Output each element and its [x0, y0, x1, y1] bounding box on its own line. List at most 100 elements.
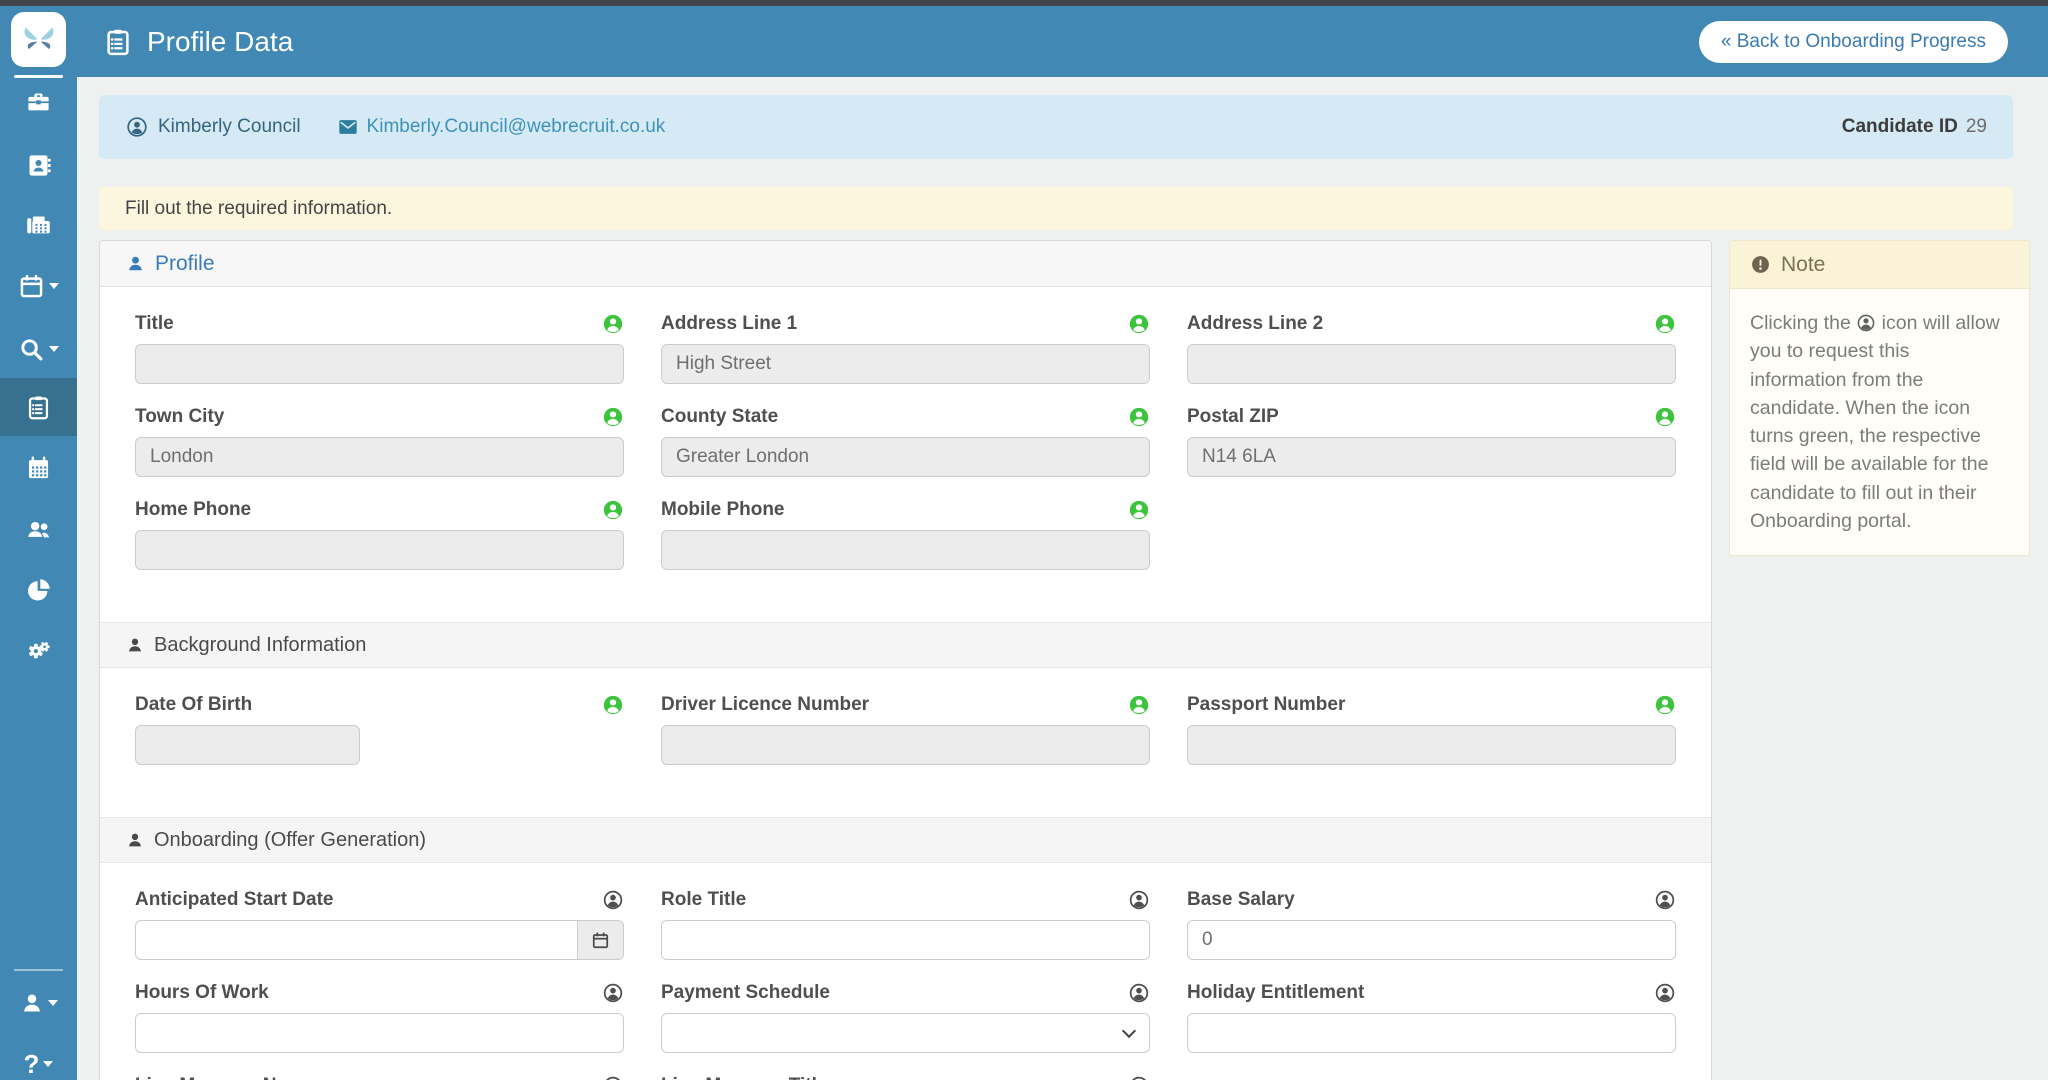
mobile-phone-input [661, 530, 1150, 570]
pie-chart-icon [25, 576, 52, 603]
fax-icon [25, 212, 52, 239]
sidebar-item-settings[interactable] [0, 622, 77, 678]
field-address-line-2: Address Line 2 [1187, 313, 1676, 384]
field-postal-zip: Postal ZIP [1187, 406, 1676, 477]
caret-down-icon [43, 1061, 53, 1067]
passport-number-input [1187, 725, 1676, 765]
app-screen: ? Profile Data « Back to Onboarding Prog… [0, 0, 2048, 1080]
sidebar-item-jobs[interactable] [0, 74, 77, 130]
caret-down-icon [49, 283, 59, 289]
request-from-candidate-icon[interactable] [602, 406, 624, 428]
anticipated-start-date-input[interactable] [135, 920, 578, 960]
driver-licence-number-input [661, 725, 1150, 765]
field-label: Payment Schedule [661, 982, 830, 1004]
field-label: Line Manager Name [135, 1075, 315, 1080]
note-text: Clicking the [1750, 312, 1851, 334]
field-label: Passport Number [1187, 694, 1345, 716]
user-circle-gray-icon [602, 982, 624, 1004]
user-circle-green-icon [602, 499, 624, 521]
briefcase-icon [25, 89, 52, 116]
home-phone-input [135, 530, 624, 570]
user-circle-green-icon [1128, 313, 1150, 335]
info-alert: Fill out the required information. [99, 187, 2013, 230]
background-information-section-header: Background Information [100, 622, 1711, 668]
county-state-input [661, 437, 1150, 477]
field-label: Holiday Entitlement [1187, 982, 1364, 1004]
user-circle-gray-icon [602, 1075, 624, 1080]
candidate-info-bar: Kimberly Council Kimberly.Council@webrec… [99, 95, 2013, 159]
title-input [135, 344, 624, 384]
sidebar-item-schedule[interactable] [0, 440, 77, 496]
user-circle-gray-icon [1856, 313, 1876, 333]
user-circle-gray-icon [1128, 1075, 1150, 1080]
exclamation-circle-icon [1750, 254, 1771, 275]
hours-of-work-input[interactable] [135, 1013, 624, 1053]
field-label: Driver Licence Number [661, 694, 869, 716]
request-from-candidate-icon[interactable] [602, 499, 624, 521]
request-from-candidate-icon[interactable] [1654, 982, 1676, 1004]
user-circle-gray-icon [1128, 982, 1150, 1004]
user-circle-green-icon [1128, 406, 1150, 428]
candidate-id: Candidate ID29 [1842, 116, 1987, 138]
sidebar-item-candidates[interactable] [0, 137, 77, 193]
sidebar-item-users[interactable] [0, 501, 77, 557]
candidate-email-text: Kimberly.Council@webrecruit.co.uk [367, 116, 666, 138]
holiday-entitlement-input[interactable] [1187, 1013, 1676, 1053]
butterfly-logo-icon [19, 20, 59, 60]
request-from-candidate-icon[interactable] [1654, 694, 1676, 716]
request-from-candidate-icon[interactable] [1654, 406, 1676, 428]
sidebar-item-account-menu[interactable] [0, 975, 77, 1031]
user-circle-gray-icon [1128, 889, 1150, 911]
help-icon: ? [24, 1051, 40, 1077]
users-icon [25, 516, 52, 543]
candidate-name-text: Kimberly Council [158, 116, 301, 138]
role-title-input[interactable] [661, 920, 1150, 960]
page-title: Profile Data [103, 26, 293, 58]
request-from-candidate-icon[interactable] [1128, 1075, 1150, 1080]
sidebar-item-search-menu[interactable] [0, 321, 77, 377]
postal-zip-input [1187, 437, 1676, 477]
request-from-candidate-icon[interactable] [1128, 313, 1150, 335]
sidebar-item-calendar-menu[interactable] [0, 258, 77, 314]
request-from-candidate-icon[interactable] [1128, 889, 1150, 911]
onboarding-section-header: Onboarding (Offer Generation) [100, 817, 1711, 863]
user-circle-green-icon [1654, 406, 1676, 428]
request-from-candidate-icon[interactable] [602, 889, 624, 911]
field-label: Anticipated Start Date [135, 889, 333, 911]
field-label: County State [661, 406, 778, 428]
field-line-manager-name: Line Manager Name [135, 1075, 624, 1080]
clipboard-icon [25, 394, 52, 421]
field-label: Base Salary [1187, 889, 1295, 911]
payment-schedule-select[interactable] [661, 1013, 1150, 1053]
field-county-state: County State [661, 406, 1150, 477]
field-title: Title [135, 313, 624, 384]
sidebar-item-onboarding-active[interactable] [0, 378, 77, 436]
sidebar-item-communications[interactable] [0, 197, 77, 253]
request-from-candidate-icon[interactable] [1654, 313, 1676, 335]
request-from-candidate-icon[interactable] [1128, 406, 1150, 428]
request-from-candidate-icon[interactable] [1128, 499, 1150, 521]
request-from-candidate-icon[interactable] [602, 694, 624, 716]
field-line-manager-title: Line Manager Title [661, 1075, 1150, 1080]
request-from-candidate-icon[interactable] [1128, 694, 1150, 716]
user-circle-green-icon [1128, 499, 1150, 521]
sidebar-item-help-menu[interactable]: ? [0, 1036, 77, 1080]
request-from-candidate-icon[interactable] [1128, 982, 1150, 1004]
request-from-candidate-icon[interactable] [602, 313, 624, 335]
request-from-candidate-icon[interactable] [602, 1075, 624, 1080]
field-label: Address Line 2 [1187, 313, 1323, 335]
date-picker-button[interactable] [578, 920, 624, 960]
app-logo[interactable] [11, 12, 66, 67]
field-date-of-birth: Date Of Birth [135, 694, 624, 765]
base-salary-input[interactable] [1187, 920, 1676, 960]
user-circle-gray-icon [1654, 982, 1676, 1004]
address-line-2-input [1187, 344, 1676, 384]
request-from-candidate-icon[interactable] [602, 982, 624, 1004]
user-circle-green-icon [602, 313, 624, 335]
candidate-email-link[interactable]: Kimberly.Council@webrecruit.co.uk [337, 116, 666, 138]
sidebar-item-reports[interactable] [0, 561, 77, 617]
back-to-onboarding-progress-button[interactable]: « Back to Onboarding Progress [1699, 21, 2008, 63]
request-from-candidate-icon[interactable] [1654, 889, 1676, 911]
search-dropdown-icon [18, 336, 45, 363]
note-title: Note [1781, 253, 1825, 277]
